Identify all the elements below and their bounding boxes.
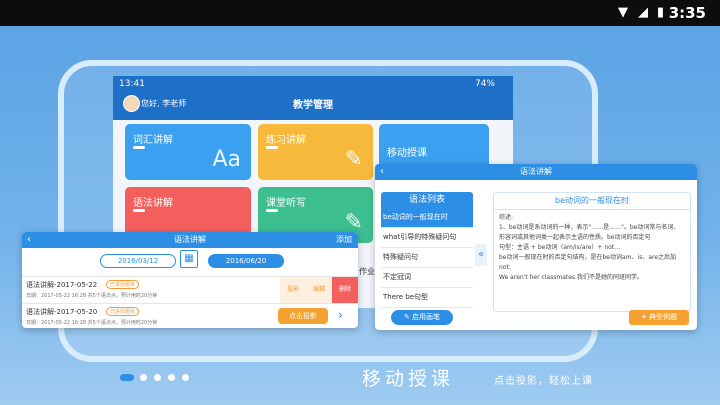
status-bar: ▼ ◢ ▮ 3:35 bbox=[0, 0, 720, 26]
font-icon: Aa bbox=[212, 147, 241, 172]
page-dot[interactable] bbox=[140, 374, 147, 381]
grammar-list-title: 语法列表 bbox=[381, 192, 473, 208]
grammar-detail-card: ‹ 语法讲解 语法列表 be动词的一般现在时 what引导的特殊疑问句 特殊疑问… bbox=[375, 164, 697, 330]
click-project-button[interactable]: 点击投影 bbox=[278, 308, 328, 324]
collapse-icon[interactable]: « bbox=[475, 244, 487, 266]
status-badge: 已讲授题目 bbox=[106, 280, 140, 289]
delete-button[interactable]: 删除 bbox=[332, 277, 358, 303]
page-dot[interactable] bbox=[154, 374, 161, 381]
lightbulb-icon: ✦ bbox=[640, 313, 647, 321]
grammar-list: 语法列表 be动词的一般现在时 what引导的特殊疑问句 特殊疑问句 不定冠词 … bbox=[381, 192, 473, 308]
partial-label: 作业 bbox=[359, 267, 375, 276]
page-dot-active[interactable] bbox=[120, 374, 134, 381]
date-end-field[interactable]: 2016/06/20 bbox=[208, 254, 284, 268]
status-badge: 已讲授题目 bbox=[106, 307, 140, 316]
signal-icon: ◢ bbox=[638, 5, 648, 20]
calendar-icon[interactable]: ▦ bbox=[180, 250, 198, 268]
tile-label: 课堂听写 bbox=[266, 198, 306, 209]
tile-exercise[interactable]: 练习讲解 ✎ bbox=[258, 124, 373, 180]
page-dot[interactable] bbox=[182, 374, 189, 381]
wifi-icon: ▼ bbox=[618, 5, 628, 20]
card-title: 语法讲解 bbox=[174, 235, 206, 244]
detail-body: 综述: 1、be动词是系动词的一种，表示"……是……"。be动词常与名词、形容词… bbox=[499, 214, 680, 281]
tile-label: 语法讲解 bbox=[133, 198, 173, 209]
item-meta: 日期：2017-05-22 16:28 共5个语法点，预计用时20分钟 bbox=[26, 320, 158, 326]
example-button[interactable]: ✦ 典型例题 bbox=[629, 310, 689, 325]
enable-pen-button[interactable]: ✎ 启用画笔 bbox=[391, 310, 453, 325]
tablet-battery: 74% bbox=[474, 79, 495, 89]
tile-label: 练习讲解 bbox=[266, 135, 306, 146]
page-dot[interactable] bbox=[168, 374, 175, 381]
date-start-field[interactable]: 2016/03/12 bbox=[100, 254, 176, 268]
grammar-item[interactable]: There be句型 bbox=[381, 288, 473, 308]
detail-title: be动词的一般现在时 bbox=[494, 193, 690, 210]
page-title: 教学管理 bbox=[293, 100, 333, 111]
list-item[interactable]: 语法讲解-2017-05-20 已讲授题目 日期：2017-05-22 16:2… bbox=[22, 303, 358, 328]
back-icon[interactable]: ‹ bbox=[380, 164, 384, 180]
back-icon[interactable]: ‹ bbox=[27, 232, 31, 248]
tablet-time: 13:41 bbox=[119, 79, 145, 89]
project-button[interactable]: 投影 bbox=[280, 277, 306, 303]
feature-subcaption: 点击投影，轻松上课 bbox=[494, 376, 593, 387]
pen-icon: ✎ bbox=[403, 313, 410, 321]
feature-caption: 移动授课 bbox=[362, 368, 455, 390]
card-title: 语法讲解 bbox=[520, 167, 552, 176]
grammar-item[interactable]: what引导的特殊疑问句 bbox=[381, 228, 473, 248]
tile-vocabulary[interactable]: 词汇讲解 Aa bbox=[125, 124, 251, 180]
card-header: ‹ 语法讲解 bbox=[375, 164, 697, 180]
item-name: 语法讲解-2017-05-20 bbox=[26, 308, 98, 316]
chevron-right-icon[interactable]: › bbox=[338, 308, 343, 322]
pen-button-label: 启用画笔 bbox=[412, 313, 441, 321]
grammar-item[interactable]: be动词的一般现在时 bbox=[381, 208, 473, 228]
item-meta: 日期：2017-05-22 16:28 共5个语法点，预计用时20分钟 bbox=[26, 293, 158, 299]
list-item[interactable]: 语法讲解-2017-05-22 已讲授题目 日期：2017-05-22 16:2… bbox=[22, 276, 358, 303]
card-header: ‹ 语法讲解 添加 bbox=[22, 232, 358, 248]
edit-icon: ✎ bbox=[344, 147, 363, 172]
tablet-header: 13:41 74% 您好, 李老师 教学管理 bbox=[113, 76, 513, 120]
item-name: 语法讲解-2017-05-22 bbox=[26, 281, 98, 289]
grammar-detail: be动词的一般现在时 综述: 1、be动词是系动词的一种，表示"……是……"。b… bbox=[493, 192, 691, 312]
example-button-label: 典型例题 bbox=[649, 313, 678, 321]
lecture-list-card: ‹ 语法讲解 添加 2016/03/12 ▦ 2016/06/20 语法讲解-2… bbox=[22, 232, 358, 328]
tile-label: 词汇讲解 bbox=[133, 135, 173, 146]
add-button[interactable]: 添加 bbox=[336, 232, 352, 248]
status-time: 3:35 bbox=[668, 4, 706, 22]
tile-label: 移动授课 bbox=[387, 148, 427, 159]
grammar-item[interactable]: 特殊疑问句 bbox=[381, 248, 473, 268]
edit-button[interactable]: 编辑 bbox=[306, 277, 332, 303]
battery-icon: ▮ bbox=[656, 5, 664, 20]
grammar-item[interactable]: 不定冠词 bbox=[381, 268, 473, 288]
